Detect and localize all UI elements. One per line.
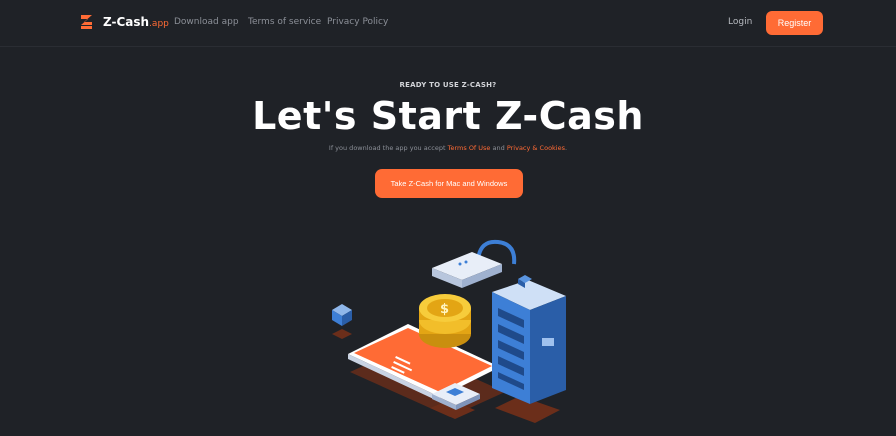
cube-shadow — [332, 329, 352, 339]
z-logo-icon — [81, 15, 92, 29]
nav-terms-of-service[interactable]: Terms of service — [248, 17, 321, 27]
register-button[interactable]: Register — [766, 11, 823, 35]
top-navbar: Z-Cash.app Download app Terms of service… — [0, 0, 896, 47]
server-tower-icon — [492, 280, 566, 404]
coin-stack-icon: $ — [419, 294, 471, 348]
download-cta-button[interactable]: Take Z-Cash for Mac and Windows — [375, 169, 523, 198]
brand-logo[interactable]: Z-Cash.app — [80, 14, 169, 30]
brand-suffix: .app — [149, 19, 169, 29]
privacy-cookies-link[interactable]: Privacy & Cookies — [507, 144, 565, 152]
terms-of-use-link[interactable]: Terms Of Use — [448, 144, 491, 152]
nav-privacy-policy[interactable]: Privacy Policy — [327, 17, 388, 27]
login-link[interactable]: Login — [728, 17, 752, 27]
nav-download-app[interactable]: Download app — [174, 17, 239, 27]
hero-eyebrow: READY TO USE Z-CASH? — [399, 81, 497, 89]
isometric-illustration: $ — [332, 239, 566, 423]
small-cube-icon — [332, 304, 352, 326]
brand-name: Z-Cash.app — [103, 15, 169, 29]
svg-text:$: $ — [440, 302, 449, 317]
hero-subtitle: If you download the app you accept Terms… — [328, 144, 568, 152]
hero-title: Let's Start Z-Cash — [252, 94, 644, 138]
padlock-icon — [432, 239, 517, 288]
